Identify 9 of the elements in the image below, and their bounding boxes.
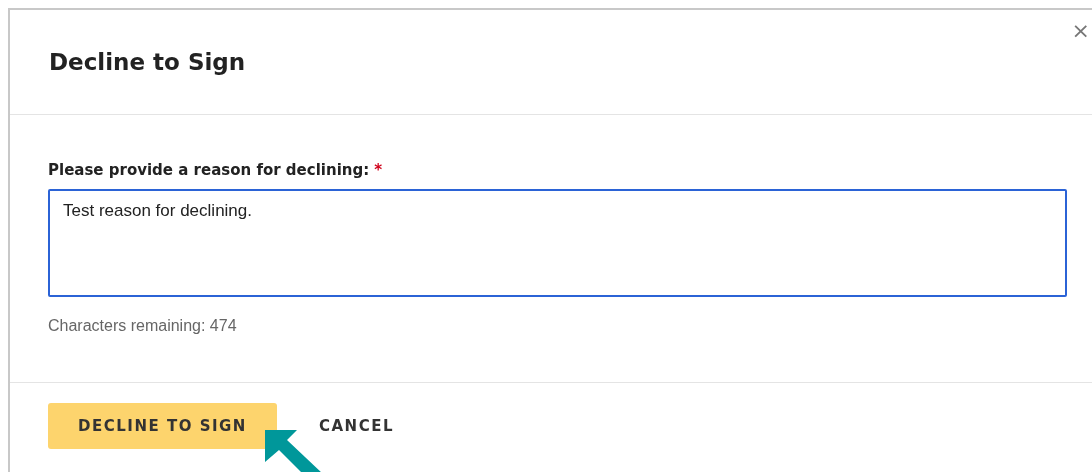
decline-button[interactable]: DECLINE TO SIGN bbox=[48, 403, 277, 449]
characters-remaining: Characters remaining: 474 bbox=[48, 317, 238, 335]
close-button[interactable]: × bbox=[1071, 20, 1090, 42]
cancel-button[interactable]: CANCEL bbox=[297, 403, 416, 449]
arrow-icon bbox=[265, 430, 323, 472]
reason-field[interactable]: Test reason for declining. bbox=[48, 189, 1067, 297]
dialog-title: Decline to Sign bbox=[49, 49, 246, 75]
field-label: Please provide a reason for declining: bbox=[48, 161, 370, 179]
required-mark: * bbox=[374, 161, 383, 179]
